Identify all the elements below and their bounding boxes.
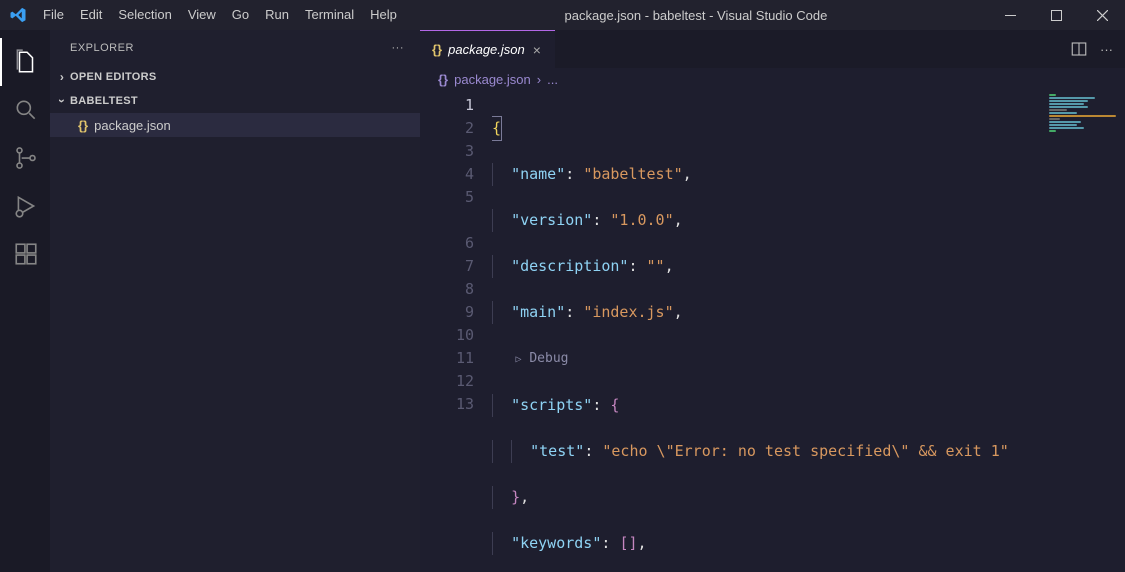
run-debug-tab-icon[interactable] [0,182,50,230]
code-token: { [492,117,501,140]
breadcrumb[interactable]: {} package.json › ... [420,68,1125,90]
minimap-content [1049,94,1119,133]
code-token: : [584,442,602,460]
tab-filename: package.json [448,42,525,57]
line-number [420,209,474,232]
line-number: 5 [420,186,474,209]
activity-bar [0,30,50,572]
code-token: } [511,488,520,506]
breadcrumb-trail[interactable]: ... [547,72,558,87]
code-token: "" [647,257,665,275]
minimize-button[interactable] [987,0,1033,30]
line-number: 7 [420,255,474,278]
code-token: "keywords" [511,534,601,552]
code-token: : [592,396,610,414]
json-file-icon: {} [432,42,442,57]
menu-go[interactable]: Go [224,0,257,30]
open-editors-label: OPEN EDITORS [70,71,157,83]
code-content[interactable]: { "name": "babeltest", "version": "1.0.0… [492,90,1043,572]
window-controls [987,0,1125,30]
editor-tabs: {} package.json × ··· [420,30,1125,68]
code-token: "index.js" [583,303,673,321]
json-file-icon: {} [438,72,448,87]
file-name-label: package.json [94,118,171,133]
code-token: , [674,211,683,229]
maximize-button[interactable] [1033,0,1079,30]
code-token: "1.0.0" [610,211,673,229]
breadcrumb-file[interactable]: package.json [454,72,531,87]
menu-file[interactable]: File [35,0,72,30]
line-number: 9 [420,301,474,324]
window-title: package.json - babeltest - Visual Studio… [405,8,987,23]
sidebar: EXPLORER ··· › OPEN EDITORS › BABELTEST … [50,30,420,572]
menu-edit[interactable]: Edit [72,0,110,30]
menu-selection[interactable]: Selection [110,0,179,30]
code-token: , [665,257,674,275]
tab-package-json[interactable]: {} package.json × [420,30,555,68]
line-number: 11 [420,347,474,370]
code-token: : [601,534,619,552]
line-number: 1 [420,94,474,117]
sidebar-header: EXPLORER ··· [50,30,420,65]
menu-run[interactable]: Run [257,0,297,30]
line-number: 2 [420,117,474,140]
menu-terminal[interactable]: Terminal [297,0,362,30]
debug-codelens[interactable]: ▷ Debug [492,347,1043,371]
code-token: : [565,303,583,321]
line-number: 10 [420,324,474,347]
breadcrumb-sep: › [537,72,541,87]
search-tab-icon[interactable] [0,86,50,134]
line-number: 13 [420,393,474,416]
code-token: ] [628,534,637,552]
line-number: 12 [420,370,474,393]
titlebar: File Edit Selection View Go Run Terminal… [0,0,1125,30]
code-token: "version" [511,211,592,229]
folder-name: BABELTEST [70,95,138,107]
code-token: "name" [511,165,565,183]
code-token: { [610,396,619,414]
json-file-icon: {} [78,118,88,133]
explorer-more-icon[interactable]: ··· [392,42,405,54]
source-control-tab-icon[interactable] [0,134,50,182]
line-number: 6 [420,232,474,255]
code-token: : [565,165,583,183]
line-number: 4 [420,163,474,186]
menu-bar: File Edit Selection View Go Run Terminal… [35,0,405,30]
menu-help[interactable]: Help [362,0,405,30]
code-token: , [674,303,683,321]
code-token: "test" [530,442,584,460]
file-item-package-json[interactable]: {} package.json [50,113,420,137]
code-token: , [520,488,529,506]
close-tab-icon[interactable]: × [531,42,543,58]
code-token: , [683,165,692,183]
explorer-title: EXPLORER [70,42,134,54]
code-token: "scripts" [511,396,592,414]
code-token: "babeltest" [583,165,682,183]
editor-area: {} package.json × ··· {} package.json › … [420,30,1125,572]
code-token: : [592,211,610,229]
line-number: 3 [420,140,474,163]
minimap[interactable] [1043,90,1125,572]
explorer-tab-icon[interactable] [0,38,50,86]
vscode-logo-icon [0,6,35,24]
code-token: "main" [511,303,565,321]
code-token: , [638,534,647,552]
line-number: 8 [420,278,474,301]
code-token: : [628,257,646,275]
editor-more-icon[interactable]: ··· [1100,42,1113,57]
chevron-down-icon: › [55,93,69,109]
line-gutter: 1 2 3 4 5 6 7 8 9 10 11 12 13 [420,90,492,572]
menu-view[interactable]: View [180,0,224,30]
code-token: "description" [511,257,628,275]
tab-actions: ··· [1070,30,1125,68]
open-editors-section[interactable]: › OPEN EDITORS [50,65,420,89]
folder-section[interactable]: › BABELTEST [50,89,420,113]
split-editor-icon[interactable] [1070,40,1088,58]
chevron-right-icon: › [54,70,70,84]
close-button[interactable] [1079,0,1125,30]
code-token: "echo \"Error: no test specified\" && ex… [602,442,1008,460]
extensions-tab-icon[interactable] [0,230,50,278]
editor-body[interactable]: 1 2 3 4 5 6 7 8 9 10 11 12 13 { "name": … [420,90,1125,572]
codelens-label: Debug [529,351,568,366]
